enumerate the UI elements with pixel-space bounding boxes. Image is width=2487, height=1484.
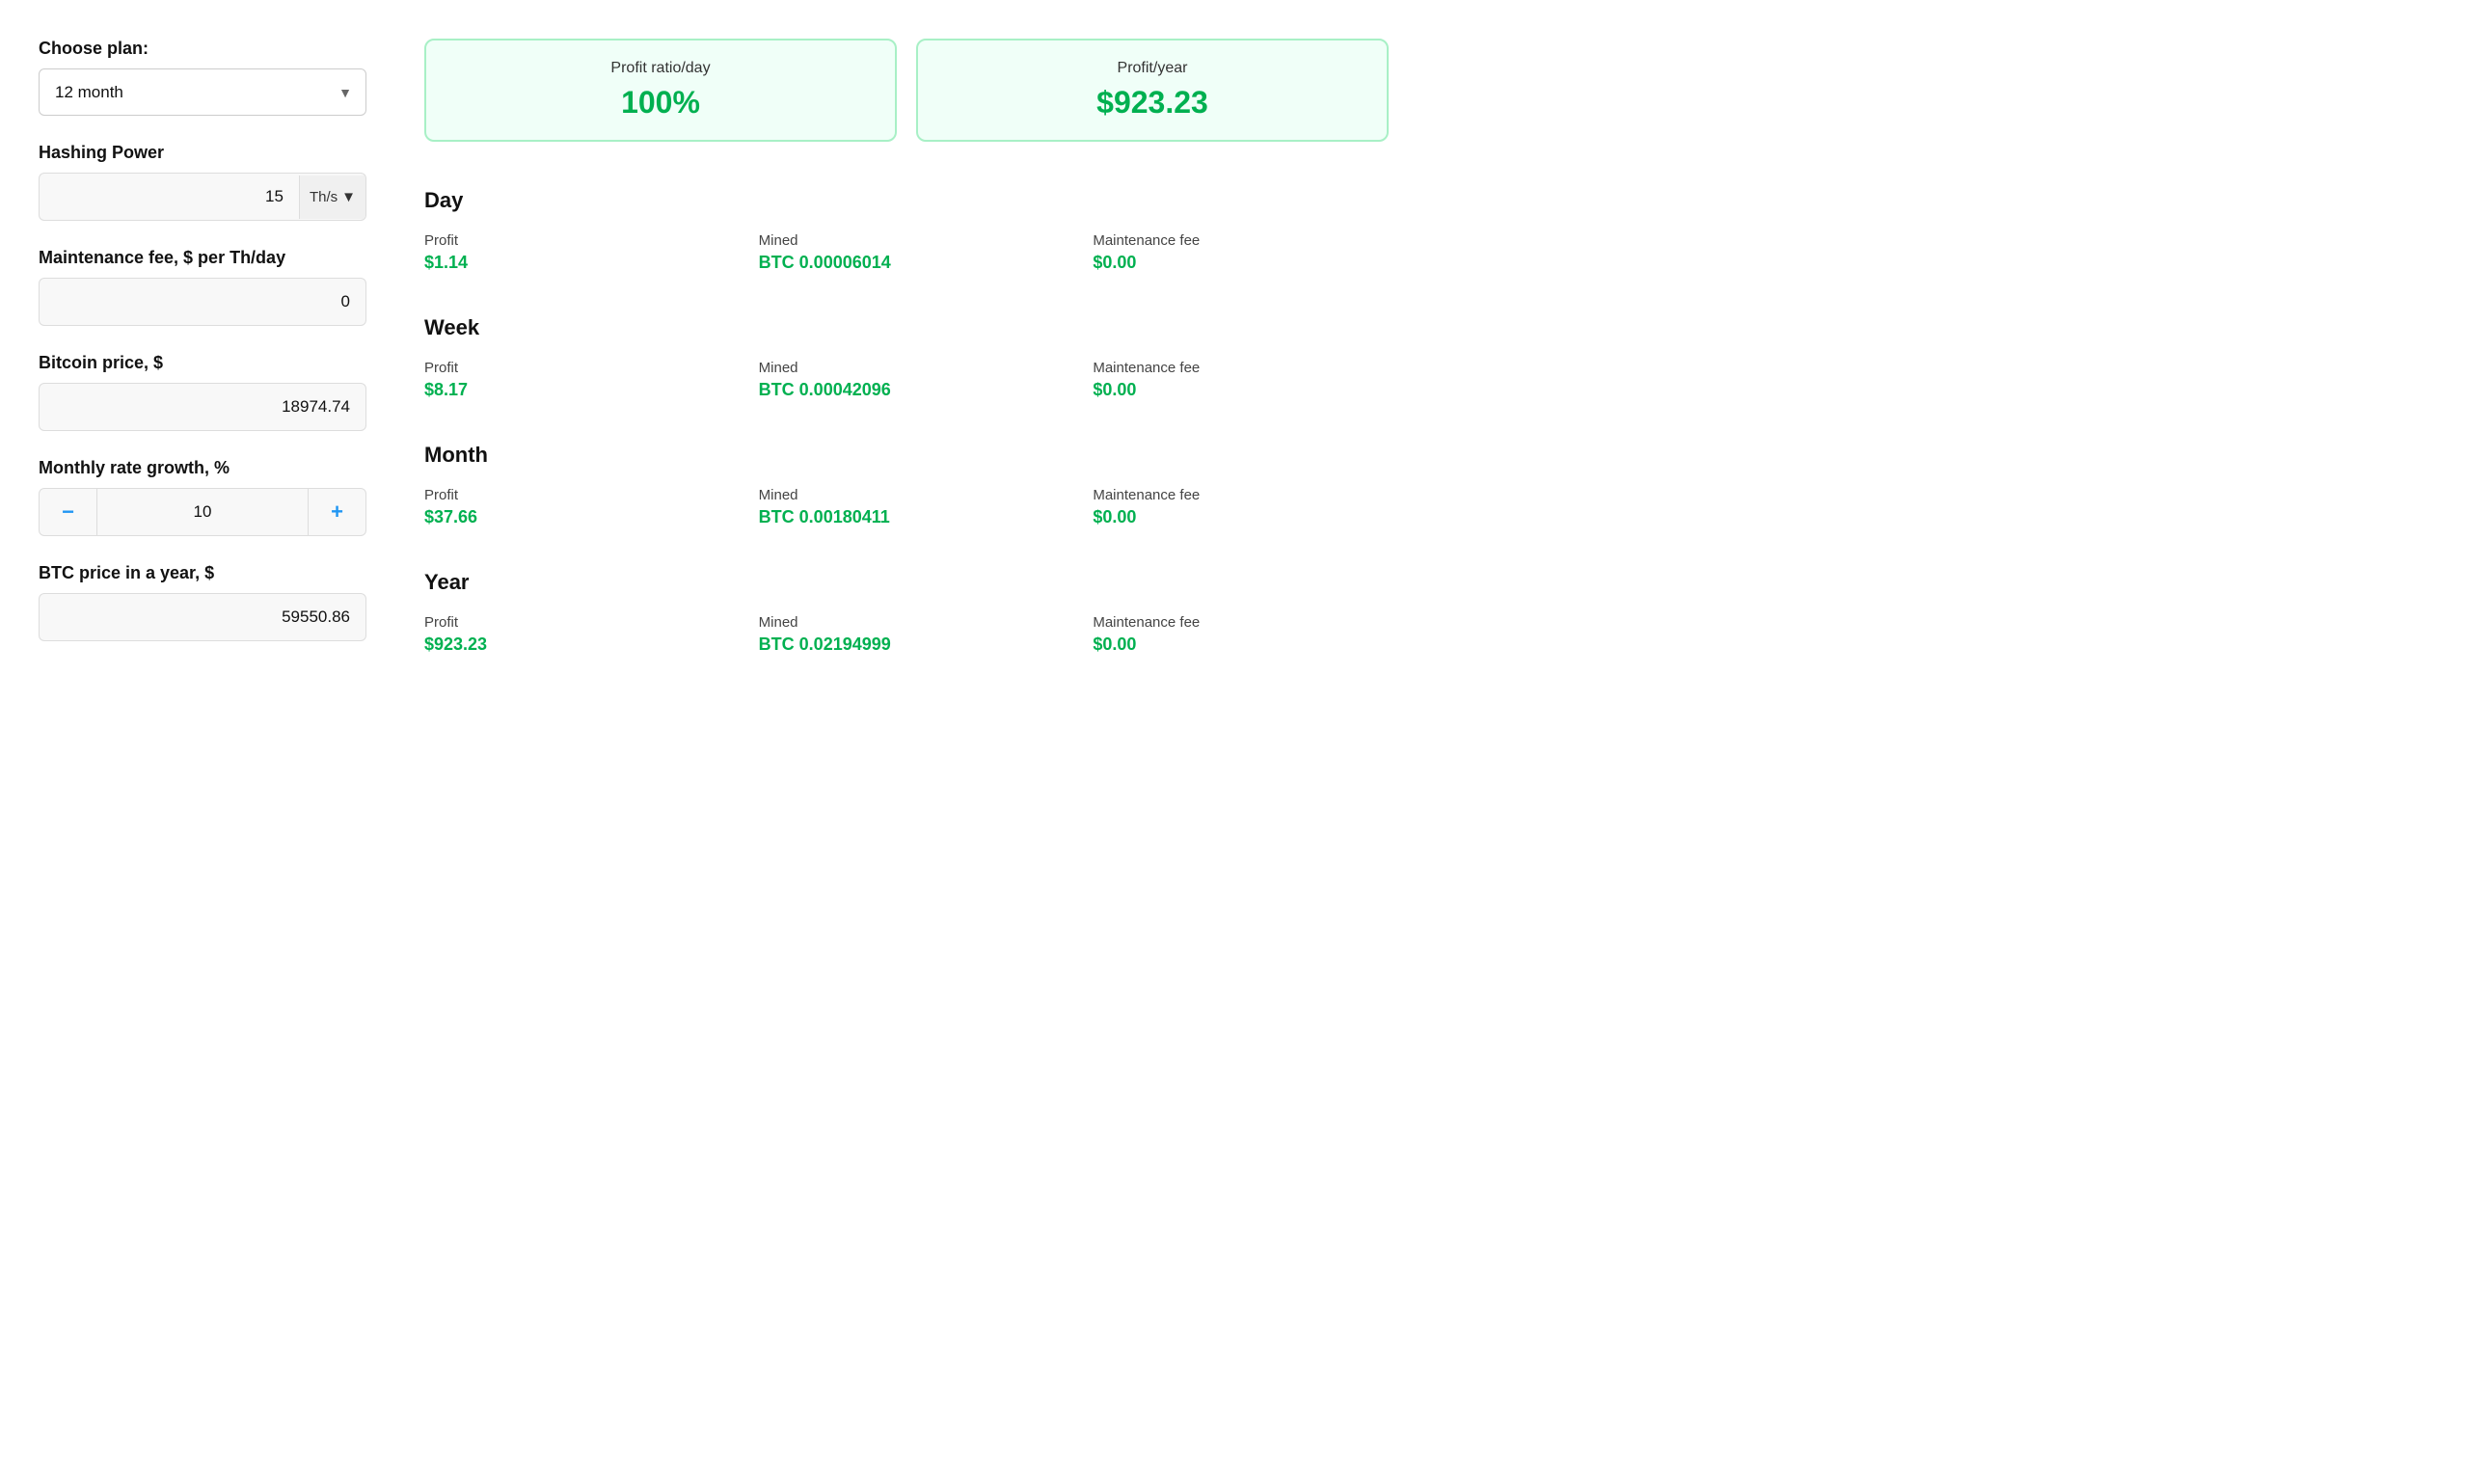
- period-mined-col: Mined BTC 0.02194999: [759, 614, 1055, 655]
- fee-col-value: $0.00: [1093, 634, 1389, 655]
- summary-cards: Profit ratio/day 100% Profit/year $923.2…: [424, 39, 1389, 142]
- period-profit-col: Profit $1.14: [424, 232, 720, 273]
- hashing-unit-label: Th/s: [310, 189, 338, 205]
- btc-price-year-input[interactable]: [40, 594, 365, 640]
- profit-col-value: $37.66: [424, 507, 720, 527]
- period-mined-col: Mined BTC 0.00042096: [759, 360, 1055, 400]
- hashing-power-label: Hashing Power: [39, 143, 366, 163]
- fee-col-label: Maintenance fee: [1093, 232, 1389, 249]
- hashing-power-input-wrapper: Th/s ▼: [39, 173, 366, 221]
- bitcoin-price-group: Bitcoin price, $: [39, 353, 366, 431]
- period-profit-col: Profit $37.66: [424, 487, 720, 527]
- mined-col-value: BTC 0.00006014: [759, 253, 1055, 273]
- period-fee-col: Maintenance fee $0.00: [1093, 232, 1389, 273]
- mined-col-label: Mined: [759, 360, 1055, 376]
- profit-col-label: Profit: [424, 487, 720, 503]
- bitcoin-price-label: Bitcoin price, $: [39, 353, 366, 373]
- maintenance-fee-label: Maintenance fee, $ per Th/day: [39, 248, 366, 268]
- mined-col-value: BTC 0.00042096: [759, 380, 1055, 400]
- fee-col-value: $0.00: [1093, 253, 1389, 273]
- bitcoin-price-input-wrapper: [39, 383, 366, 431]
- monthly-rate-increment-button[interactable]: +: [308, 489, 365, 535]
- profit-ratio-card-value: 100%: [449, 85, 872, 121]
- maintenance-fee-group: Maintenance fee, $ per Th/day: [39, 248, 366, 326]
- period-row-month: Profit $37.66 Mined BTC 0.00180411 Maint…: [424, 487, 1389, 527]
- period-fee-col: Maintenance fee $0.00: [1093, 614, 1389, 655]
- mined-col-value: BTC 0.00180411: [759, 507, 1055, 527]
- period-title-week: Week: [424, 300, 1389, 348]
- periods-container: Day Profit $1.14 Mined BTC 0.00006014 Ma…: [424, 173, 1389, 655]
- profit-col-value: $923.23: [424, 634, 720, 655]
- period-section-day: Day Profit $1.14 Mined BTC 0.00006014 Ma…: [424, 173, 1389, 273]
- period-mined-col: Mined BTC 0.00180411: [759, 487, 1055, 527]
- period-fee-col: Maintenance fee $0.00: [1093, 487, 1389, 527]
- profit-ratio-card-label: Profit ratio/day: [449, 60, 872, 77]
- choose-plan-group: Choose plan: 12 month 6 month 3 month 1 …: [39, 39, 366, 116]
- btc-price-year-input-wrapper: [39, 593, 366, 641]
- period-mined-col: Mined BTC 0.00006014: [759, 232, 1055, 273]
- period-fee-col: Maintenance fee $0.00: [1093, 360, 1389, 400]
- maintenance-fee-input-wrapper: [39, 278, 366, 326]
- period-title-day: Day: [424, 173, 1389, 221]
- monthly-rate-group: Monthly rate growth, % − 10 +: [39, 458, 366, 536]
- hashing-unit-arrow-icon: ▼: [341, 189, 356, 205]
- period-row-year: Profit $923.23 Mined BTC 0.02194999 Main…: [424, 614, 1389, 655]
- hashing-power-group: Hashing Power Th/s ▼: [39, 143, 366, 221]
- mined-col-value: BTC 0.02194999: [759, 634, 1055, 655]
- monthly-rate-label: Monthly rate growth, %: [39, 458, 366, 478]
- period-title-year: Year: [424, 554, 1389, 603]
- profit-col-label: Profit: [424, 614, 720, 631]
- bitcoin-price-input[interactable]: [40, 384, 365, 430]
- profit-year-card-value: $923.23: [941, 85, 1364, 121]
- profit-col-value: $1.14: [424, 253, 720, 273]
- period-section-week: Week Profit $8.17 Mined BTC 0.00042096 M…: [424, 300, 1389, 400]
- mined-col-label: Mined: [759, 614, 1055, 631]
- mined-col-label: Mined: [759, 487, 1055, 503]
- profit-year-card-label: Profit/year: [941, 60, 1364, 77]
- mined-col-label: Mined: [759, 232, 1055, 249]
- period-profit-col: Profit $8.17: [424, 360, 720, 400]
- fee-col-label: Maintenance fee: [1093, 360, 1389, 376]
- period-profit-col: Profit $923.23: [424, 614, 720, 655]
- btc-price-year-label: BTC price in a year, $: [39, 563, 366, 583]
- monthly-rate-value: 10: [97, 489, 308, 535]
- hashing-power-input[interactable]: [40, 174, 299, 220]
- period-title-month: Month: [424, 427, 1389, 475]
- fee-col-value: $0.00: [1093, 380, 1389, 400]
- maintenance-fee-input[interactable]: [40, 279, 365, 325]
- monthly-rate-decrement-button[interactable]: −: [40, 489, 97, 535]
- right-panel: Profit ratio/day 100% Profit/year $923.2…: [424, 39, 1389, 682]
- period-row-week: Profit $8.17 Mined BTC 0.00042096 Mainte…: [424, 360, 1389, 400]
- profit-year-card: Profit/year $923.23: [916, 39, 1389, 142]
- choose-plan-label: Choose plan:: [39, 39, 366, 59]
- left-panel: Choose plan: 12 month 6 month 3 month 1 …: [39, 39, 366, 682]
- fee-col-label: Maintenance fee: [1093, 487, 1389, 503]
- fee-col-label: Maintenance fee: [1093, 614, 1389, 631]
- profit-ratio-card: Profit ratio/day 100%: [424, 39, 897, 142]
- plan-select[interactable]: 12 month 6 month 3 month 1 month: [40, 69, 365, 115]
- profit-col-value: $8.17: [424, 380, 720, 400]
- plan-select-wrapper: 12 month 6 month 3 month 1 month ▼: [39, 68, 366, 116]
- profit-col-label: Profit: [424, 232, 720, 249]
- period-section-year: Year Profit $923.23 Mined BTC 0.02194999…: [424, 554, 1389, 655]
- profit-col-label: Profit: [424, 360, 720, 376]
- btc-price-year-group: BTC price in a year, $: [39, 563, 366, 641]
- hashing-unit-select[interactable]: Th/s ▼: [299, 175, 365, 219]
- main-layout: Choose plan: 12 month 6 month 3 month 1 …: [39, 39, 1389, 682]
- period-row-day: Profit $1.14 Mined BTC 0.00006014 Mainte…: [424, 232, 1389, 273]
- period-section-month: Month Profit $37.66 Mined BTC 0.00180411…: [424, 427, 1389, 527]
- monthly-rate-stepper: − 10 +: [39, 488, 366, 536]
- fee-col-value: $0.00: [1093, 507, 1389, 527]
